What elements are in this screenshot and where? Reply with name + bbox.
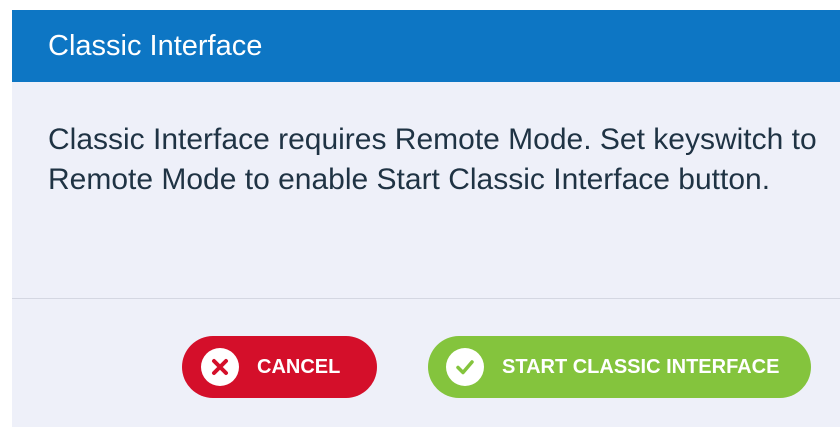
dialog-title: Classic Interface <box>48 30 263 62</box>
cancel-button-label: CANCEL <box>257 355 341 378</box>
dialog-header: Classic Interface <box>12 10 840 82</box>
start-classic-interface-button[interactable]: START CLASSIC INTERFACE <box>428 336 811 398</box>
cancel-button[interactable]: CANCEL <box>182 336 377 398</box>
dialog-divider <box>12 298 840 299</box>
check-icon <box>446 348 484 386</box>
close-icon <box>201 348 239 386</box>
classic-interface-dialog: Classic Interface Classic Interface requ… <box>12 10 840 427</box>
dialog-message: Classic Interface requires Remote Mode. … <box>48 123 817 196</box>
start-classic-interface-button-label: START CLASSIC INTERFACE <box>502 355 780 378</box>
